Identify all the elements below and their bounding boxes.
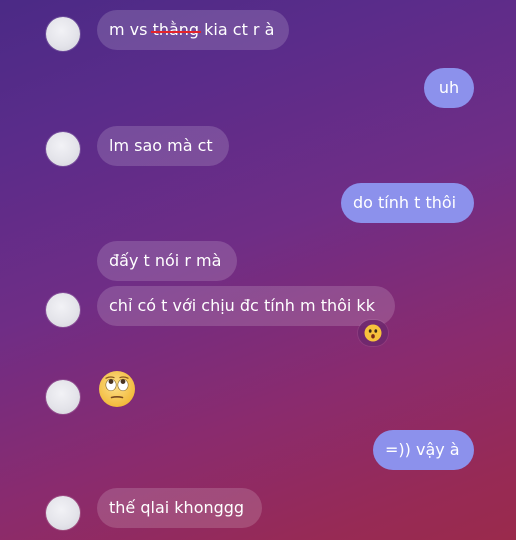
- avatar[interactable]: [46, 496, 80, 530]
- message-bubble-outgoing[interactable]: do tính t thôi: [341, 183, 474, 223]
- astonished-face-emoji-icon: [364, 324, 382, 342]
- message-text: đấy t nói r mà: [109, 251, 222, 270]
- message-bubble-incoming[interactable]: chỉ có t với chịu đc tính m thôi kk: [97, 286, 395, 326]
- message-bubble-incoming[interactable]: lm sao mà ct: [97, 126, 229, 166]
- message-bubble-outgoing[interactable]: uh: [424, 68, 474, 108]
- message-text: uh: [438, 78, 460, 97]
- message-text: thế qlai khonggg: [109, 498, 245, 517]
- message-text: kia ct r à: [199, 20, 275, 39]
- chat-thread: m vs thằng kia ct r à uh lm sao mà ct do…: [0, 0, 516, 540]
- avatar[interactable]: [46, 380, 80, 414]
- message-bubble-incoming[interactable]: thế qlai khonggg: [97, 488, 262, 528]
- message-reaction[interactable]: [358, 320, 388, 346]
- message-bubble-outgoing[interactable]: =)) vậy à: [373, 430, 474, 470]
- message-text: chỉ có t với chịu đc tính m thôi kk: [109, 296, 375, 315]
- message-text: do tính t thôi: [353, 193, 457, 212]
- avatar[interactable]: [46, 17, 80, 51]
- message-text: lm sao mà ct: [109, 136, 213, 155]
- message-bubble-incoming[interactable]: m vs thằng kia ct r à: [97, 10, 289, 50]
- avatar[interactable]: [46, 132, 80, 166]
- message-text: =)) vậy à: [385, 440, 460, 459]
- face-with-rolling-eyes-emoji-icon[interactable]: [98, 370, 136, 408]
- message-text: m vs: [109, 20, 153, 39]
- message-bubble-incoming[interactable]: đấy t nói r mà: [97, 241, 237, 281]
- message-text-strikethrough: thằng: [153, 10, 200, 50]
- avatar[interactable]: [46, 293, 80, 327]
